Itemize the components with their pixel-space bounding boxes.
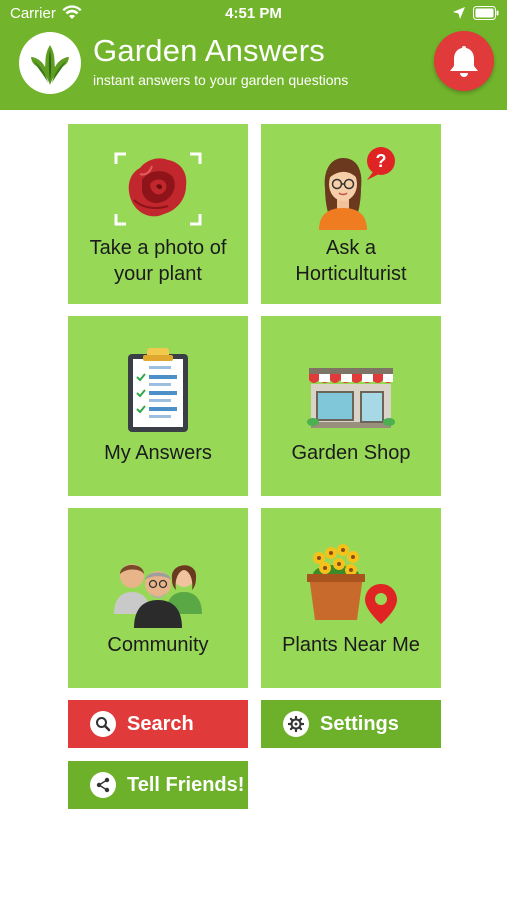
people-group-icon	[68, 548, 248, 633]
bell-icon	[450, 46, 478, 77]
shop-storefront-icon	[261, 362, 441, 435]
clipboard-checklist-icon	[68, 346, 248, 437]
app-logo	[19, 32, 81, 94]
tile-plants-near-me[interactable]: Plants Near Me	[261, 508, 441, 688]
tile-ask-horticulturist-label: Ask a Horticulturist	[295, 237, 407, 285]
notifications-button[interactable]	[434, 31, 494, 91]
gear-icon-circle	[283, 711, 309, 737]
tile-take-photo-label: Take a photo of your plant	[89, 237, 227, 285]
tile-ask-horticulturist[interactable]: ? Ask a Horticulturist	[261, 124, 441, 304]
battery-icon	[473, 6, 499, 20]
tile-plants-near-me-label: Plants Near Me	[282, 634, 420, 656]
share-icon-circle	[90, 772, 116, 798]
tell-friends-button-label: Tell Friends!	[127, 774, 245, 796]
tile-garden-shop[interactable]: Garden Shop	[261, 316, 441, 496]
settings-button[interactable]: Settings	[261, 700, 441, 748]
clock-time: 4:51 PM	[225, 5, 282, 22]
share-icon	[96, 777, 110, 793]
tile-my-answers-label: My Answers	[104, 442, 212, 464]
app-header: Garden Answers instant answers to your g…	[0, 28, 507, 110]
tile-garden-shop-label: Garden Shop	[291, 442, 411, 464]
sprout-logo-icon	[31, 45, 69, 85]
search-button[interactable]: Search	[68, 700, 248, 748]
location-arrow-icon	[453, 7, 465, 19]
tile-community-label: Community	[107, 634, 209, 656]
flower-pot-location-icon	[261, 544, 441, 633]
tile-community[interactable]: Community	[68, 508, 248, 688]
tile-take-photo[interactable]: Take a photo of your plant	[68, 124, 248, 304]
tell-friends-button[interactable]: Tell Friends!	[68, 761, 248, 809]
app-title: Garden Answers	[93, 33, 325, 68]
horticulturist-icon: ?	[261, 144, 441, 235]
search-icon	[96, 717, 111, 732]
svg-text:?: ?	[376, 151, 387, 171]
status-bar: Carrier 4:51 PM	[0, 0, 507, 28]
rose-camera-icon	[68, 150, 248, 233]
search-button-label: Search	[127, 713, 194, 735]
tile-my-answers[interactable]: My Answers	[68, 316, 248, 496]
app-subtitle: instant answers to your garden questions	[93, 72, 349, 88]
settings-button-label: Settings	[320, 713, 399, 735]
search-icon-circle	[90, 711, 116, 737]
gear-icon	[288, 716, 304, 732]
